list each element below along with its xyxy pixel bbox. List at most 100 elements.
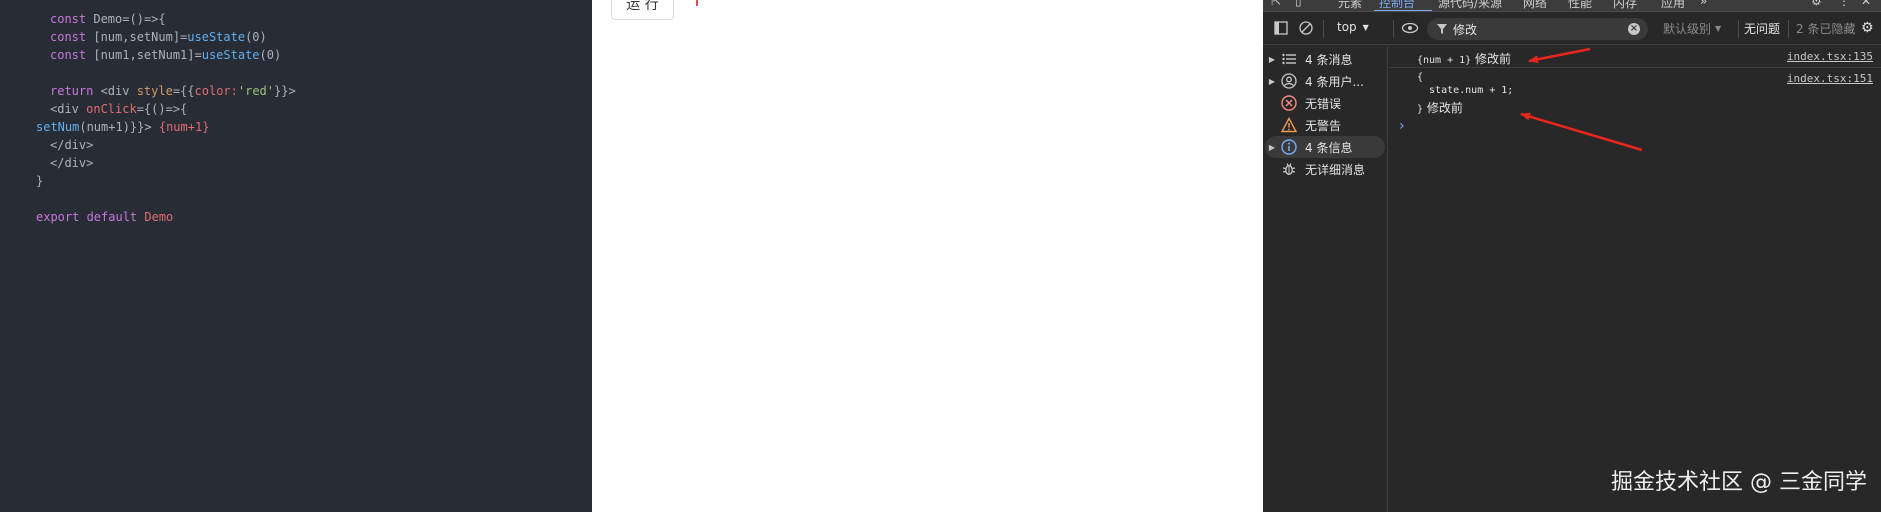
- log-body: state.num + 1;: [1417, 85, 1514, 96]
- code-token: style: [136, 84, 173, 98]
- log-message: {num + 1} 修改前: [1417, 50, 1511, 67]
- code-token: color:: [194, 84, 238, 98]
- code-token: setNum: [36, 120, 80, 134]
- sidebar-item-label: 无错误: [1305, 96, 1342, 111]
- code-line: export default Demo: [0, 208, 592, 226]
- log-entry: { state.num + 1; } 修改前 index.tsx:151: [1389, 68, 1881, 116]
- user-icon: [1279, 72, 1299, 90]
- code-line: </div>: [0, 154, 592, 172]
- sidebar-item-label: 无警告: [1305, 118, 1342, 133]
- sidebar-item[interactable]: 无错误: [1265, 92, 1385, 114]
- run-button[interactable]: 运 行: [611, 0, 674, 20]
- issues-label: 无问题: [1744, 22, 1781, 36]
- more-tabs-icon[interactable]: »: [1700, 0, 1707, 8]
- code-line: <div onClick={()=>{: [0, 100, 592, 118]
- active-tab-indicator: [1374, 10, 1432, 11]
- log-text: 修改前: [1423, 101, 1463, 115]
- log-source-link[interactable]: index.tsx:151: [1787, 72, 1873, 85]
- code-token: ={{: [172, 84, 195, 98]
- code-line: const Demo=()=>{: [0, 10, 592, 28]
- tab-elements[interactable]: 元素: [1338, 0, 1362, 11]
- sidebar-toggle-icon[interactable]: [1273, 20, 1289, 36]
- console-prompt-caret[interactable]: ›: [1399, 118, 1405, 134]
- device-toolbar-icon[interactable]: ▯: [1295, 0, 1302, 8]
- sidebar-item[interactable]: 无详细消息: [1265, 158, 1385, 180]
- bug-icon: [1279, 160, 1299, 178]
- code-token: </div>: [50, 138, 94, 152]
- code-line: const [num,setNum]=useState(0): [0, 28, 592, 46]
- code-line: return <div style={{color:'red'}}>: [0, 82, 592, 100]
- code-line: </div>: [0, 136, 592, 154]
- code-token: onClick: [86, 102, 137, 116]
- error-icon: [1279, 94, 1299, 112]
- filter-icon: [1437, 24, 1447, 34]
- clear-console-icon[interactable]: [1298, 20, 1314, 36]
- code-line: const [num1,setNum1]=useState(0): [0, 46, 592, 64]
- log-source-link[interactable]: index.tsx:135: [1787, 50, 1873, 63]
- chevron-right-icon: ▶: [1268, 54, 1276, 64]
- log-entry: {num + 1} 修改前 index.tsx:135: [1389, 46, 1881, 68]
- watermark: 掘金技术社区 @ 三金同学: [1611, 470, 1867, 495]
- filter-input[interactable]: 修改 ×: [1427, 18, 1648, 40]
- list-icon: [1279, 50, 1299, 68]
- live-expression-icon[interactable]: [1401, 20, 1419, 36]
- code-token: (0): [259, 48, 282, 62]
- log-code: {num + 1}: [1417, 55, 1472, 66]
- hidden-label: 2 条已隐藏: [1796, 22, 1856, 36]
- tab-application[interactable]: 应用: [1661, 0, 1685, 11]
- code-line: }: [0, 172, 592, 190]
- more-options-icon[interactable]: ⋮: [1838, 0, 1850, 8]
- toolbar-divider: [1738, 20, 1739, 38]
- code-token: }}>: [274, 84, 296, 98]
- tab-memory[interactable]: 内存: [1613, 0, 1637, 11]
- clear-filter-icon[interactable]: ×: [1628, 23, 1640, 35]
- code-token: Demo: [93, 12, 123, 26]
- toolbar-divider: [1323, 20, 1324, 38]
- hidden-messages-count: 2 条已隐藏: [1796, 20, 1855, 37]
- console-toolbar: top ▼ 修改 × 默认级别 ▼ 无问题 2 条已隐藏 ⚙: [1263, 13, 1881, 45]
- code-token: =()=>{: [122, 12, 166, 26]
- context-label: top: [1337, 20, 1357, 34]
- filter-value: 修改: [1453, 22, 1478, 37]
- chevron-down-icon: ▼: [1362, 22, 1369, 32]
- code-token: <div: [50, 102, 87, 116]
- code-token: (0): [245, 30, 267, 44]
- code-token: export default: [36, 210, 145, 224]
- sidebar-item[interactable]: ▶ 4 条用户...: [1265, 70, 1385, 92]
- settings-icon[interactable]: ⚙: [1811, 0, 1822, 8]
- code-token: const: [50, 48, 94, 62]
- sidebar-item-label: 4 条用户...: [1305, 74, 1364, 89]
- code-token: [num1,setNum1]=: [93, 48, 202, 62]
- red-text-fragment: [696, 0, 698, 6]
- code-token: ={()=>{: [136, 102, 188, 116]
- tab-performance[interactable]: 性能: [1568, 0, 1592, 11]
- chevron-right-icon: ▶: [1268, 76, 1276, 86]
- code-token: {num+1}: [158, 120, 210, 134]
- sidebar-item-label: 无详细消息: [1305, 162, 1366, 177]
- code-token: }: [36, 174, 44, 188]
- console-settings-icon[interactable]: ⚙: [1861, 20, 1874, 36]
- preview-pane: 运 行: [592, 0, 1263, 512]
- code-token: useState: [201, 48, 260, 62]
- code-token: const: [50, 12, 94, 26]
- sidebar-item[interactable]: ▶ 4 条消息: [1265, 48, 1385, 70]
- code-token: Demo: [144, 210, 174, 224]
- log-message: } 修改前: [1417, 99, 1463, 116]
- code-editor[interactable]: const Demo=()=>{const [num,setNum]=useSt…: [0, 0, 592, 512]
- issues-counter[interactable]: 无问题: [1744, 20, 1780, 37]
- toolbar-divider: [1393, 20, 1394, 38]
- inspect-icon[interactable]: ⇱: [1271, 0, 1281, 8]
- code-token: const: [50, 30, 94, 44]
- tab-network[interactable]: 网络: [1523, 0, 1547, 11]
- code-token: return: [50, 84, 101, 98]
- context-selector[interactable]: top ▼: [1337, 20, 1369, 34]
- sidebar-item[interactable]: ▶ 4 条信息: [1265, 136, 1385, 158]
- sidebar-item[interactable]: 无警告: [1265, 114, 1385, 136]
- code-token: useState: [187, 30, 246, 44]
- tab-sources[interactable]: 源代码/来源: [1438, 0, 1502, 11]
- console-sidebar: ▶ 4 条消息 ▶ 4 条用户... 无错误 无警告 ▶ 4 条信息 无详细消息: [1263, 46, 1388, 512]
- close-icon[interactable]: ✕: [1861, 0, 1871, 8]
- log-levels-dropdown[interactable]: 默认级别 ▼: [1663, 20, 1721, 37]
